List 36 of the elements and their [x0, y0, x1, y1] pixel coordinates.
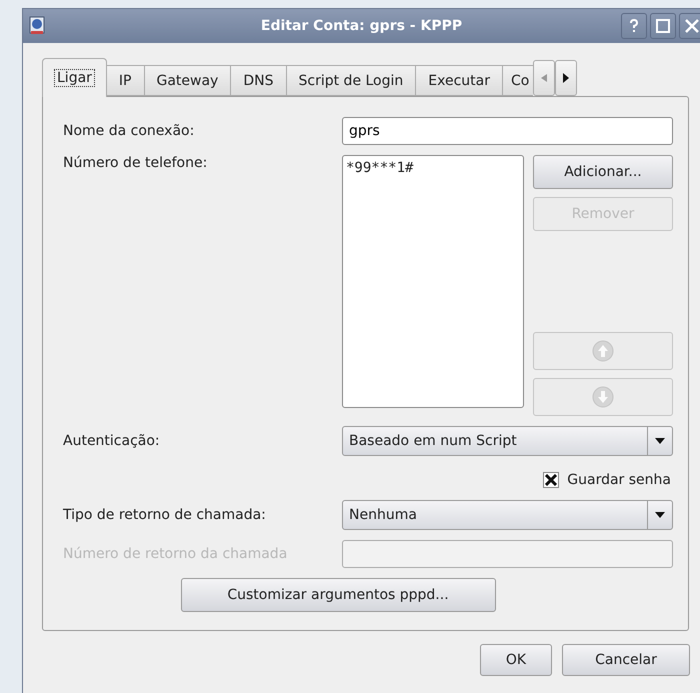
field-label: Tipo de retorno de chamada:: [63, 507, 267, 523]
close-icon: [685, 19, 699, 33]
right-arrow-icon: [563, 73, 569, 83]
tab[interactable]: Ligar: [42, 58, 107, 97]
help-icon: [629, 19, 639, 33]
close-button[interactable]: [679, 13, 700, 39]
checkbox[interactable]: [543, 472, 560, 488]
app-icon: [29, 16, 45, 36]
tab[interactable]: IP: [106, 65, 144, 96]
tab[interactable]: Gateway: [144, 65, 232, 96]
phone-number-list[interactable]: *99***1#: [342, 155, 524, 408]
maximize-button[interactable]: [650, 13, 676, 39]
callback-type-dropdown[interactable]: Nenhuma: [342, 500, 673, 530]
tab[interactable]: Executar: [416, 65, 503, 96]
maximize-icon: [656, 19, 670, 33]
field-label: Nome da conexão:: [63, 123, 196, 139]
tab[interactable]: Co: [503, 65, 533, 96]
checkbox-label: Guardar senha: [567, 472, 671, 488]
customize-pppd-button[interactable]: Customizar argumentos pppd...: [180, 578, 496, 612]
ok-button[interactable]: OK: [480, 644, 552, 676]
field-label: Autenticação:: [63, 433, 161, 449]
connection-name-field[interactable]: gprs: [342, 117, 673, 145]
dropdown-arrow-icon: [655, 512, 665, 518]
dropdown-arrow-icon: [655, 438, 665, 444]
window-title: Editar Conta: gprs - KPPP: [260, 18, 464, 34]
tab[interactable]: DNS: [231, 65, 286, 96]
list-item[interactable]: *99***1#: [346, 160, 520, 176]
field-label: Número de telefone:: [63, 155, 208, 171]
cancel-button[interactable]: Cancelar: [562, 644, 690, 676]
authentication-dropdown[interactable]: Baseado em num Script: [342, 426, 673, 456]
scroll-tabs-right-button[interactable]: [555, 60, 577, 96]
add-button[interactable]: Adicionar...: [533, 155, 673, 189]
check-mark-icon: [545, 474, 558, 486]
help-button[interactable]: [621, 13, 647, 39]
left-arrow-icon: [541, 74, 547, 82]
tab[interactable]: Script de Login: [286, 65, 416, 96]
